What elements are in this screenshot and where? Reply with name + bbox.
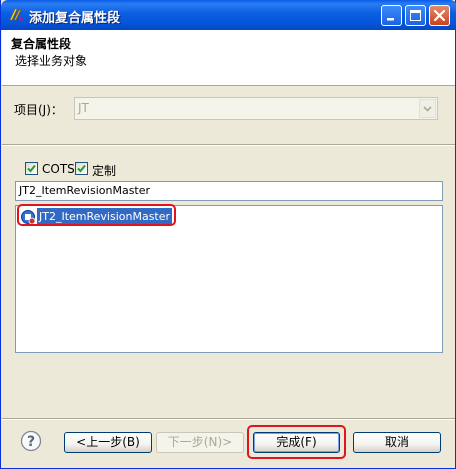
svg-text:?: ? (27, 434, 35, 450)
project-value: JT (78, 101, 89, 115)
business-object-list[interactable]: JT2_ItemRevisionMaster (15, 205, 443, 353)
maximize-button[interactable] (405, 5, 426, 26)
title-bar[interactable]: 添加复合属性段 (1, 0, 456, 30)
custom-checkbox-row[interactable]: 定制 (75, 161, 125, 178)
dialog-window: 添加复合属性段 复合属性段 选择业务对象 项目(J)： JT COTS 定制 J… (0, 0, 456, 469)
cots-checkbox-row[interactable]: COTS (25, 161, 75, 177)
close-icon (433, 9, 446, 22)
close-button[interactable] (429, 5, 450, 26)
separator (2, 144, 455, 146)
minimize-button[interactable] (381, 5, 402, 26)
minimize-icon (387, 18, 394, 21)
maximize-icon (410, 10, 421, 21)
page-title: 复合属性段 (11, 37, 72, 51)
filter-input[interactable]: JT2_ItemRevisionMaster (15, 181, 443, 201)
cancel-button[interactable]: 取消 (353, 432, 441, 453)
combo-dropdown-button[interactable] (419, 99, 436, 118)
highlight-outline (247, 425, 346, 459)
project-label: 项目(J)： (14, 103, 63, 117)
eclipse-wizard-icon (9, 8, 24, 22)
back-button[interactable]: <上一步(B) (64, 432, 152, 453)
separator (2, 418, 455, 420)
page-description: 选择业务对象 (15, 54, 88, 68)
checkmark-icon (77, 164, 86, 173)
highlight-outline (17, 204, 176, 226)
cots-checkbox[interactable] (25, 162, 38, 175)
chevron-down-icon (423, 106, 432, 112)
project-combo[interactable]: JT (74, 97, 438, 120)
custom-label: 定制 (92, 164, 117, 178)
checkmark-icon (27, 164, 36, 173)
custom-checkbox[interactable] (75, 162, 88, 175)
cots-label: COTS (42, 162, 75, 176)
help-icon[interactable]: ? (20, 430, 42, 452)
filter-input-value: JT2_ItemRevisionMaster (19, 184, 151, 197)
window-title: 添加复合属性段 (29, 11, 121, 26)
wizard-header: 复合属性段 选择业务对象 (2, 30, 455, 86)
next-button[interactable]: 下一步(N)> (156, 432, 244, 453)
